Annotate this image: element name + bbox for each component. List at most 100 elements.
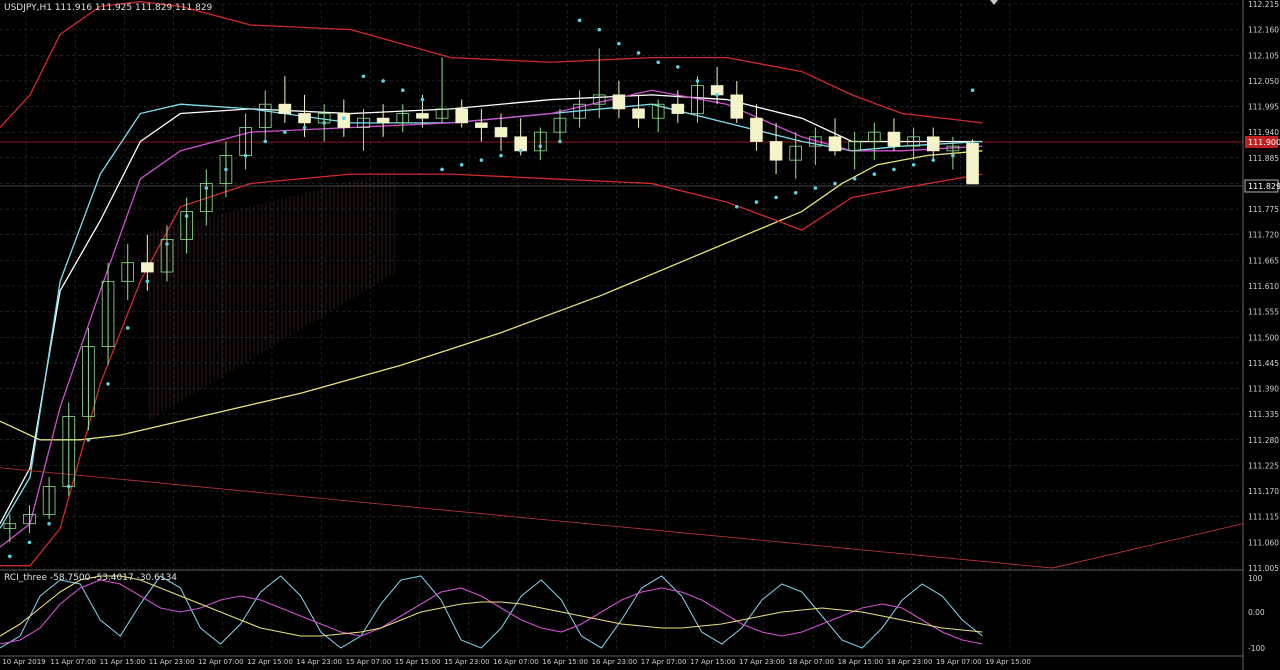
chart-title: USDJPY,H1 111.916 111.925 111.829 111.82… (4, 3, 213, 13)
price-tick-label: 111.775 (1248, 205, 1279, 214)
price-tick-label: 111.225 (1248, 461, 1279, 470)
time-tick-label: 11 Apr 07:00 (50, 658, 96, 666)
current-red-price-label: 111.900 (1248, 138, 1280, 147)
time-tick-label: 17 Apr 23:00 (739, 658, 785, 666)
candle-body (416, 113, 429, 119)
price-tick-label: 111.555 (1248, 308, 1279, 317)
psar-dot (459, 163, 464, 167)
psar-dot (911, 163, 916, 167)
psar-dot (420, 97, 425, 102)
candle-body (494, 127, 508, 138)
psar-dot (47, 521, 51, 526)
osc-tick-label: 0.00 (1248, 608, 1265, 617)
psar-dot (715, 93, 719, 97)
candle-body (455, 108, 469, 124)
psar-dot (636, 51, 641, 55)
price-tick-label: 111.665 (1248, 256, 1279, 265)
psar-dot (813, 186, 818, 190)
psar-dot (381, 79, 385, 83)
candle-body (671, 103, 685, 114)
osc-tick-label: 100 (1248, 574, 1263, 583)
osc-tick-label: -100 (1248, 644, 1265, 653)
psar-dot (833, 181, 837, 186)
price-tick-label: 111.115 (1248, 513, 1279, 522)
price-tick-label: 111.995 (1248, 103, 1279, 112)
time-tick-label: 17 Apr 07:00 (641, 658, 687, 666)
psar-dot (243, 153, 248, 158)
time-tick-label: 11 Apr 15:00 (100, 658, 146, 666)
price-tick-label: 111.060 (1248, 538, 1279, 547)
psar-dot (577, 18, 582, 23)
psar-dot (951, 153, 955, 158)
psar-dot (302, 125, 307, 130)
price-tick-label: 111.885 (1248, 154, 1279, 163)
candle-body (730, 94, 744, 119)
candle-body (926, 136, 940, 152)
psar-dot (66, 484, 71, 489)
time-tick-label: 18 Apr 15:00 (838, 658, 884, 666)
candle-body (612, 94, 626, 110)
psar-dot (676, 65, 680, 69)
candle-body (632, 108, 645, 119)
trading-chart[interactable]: 112.215 112.160 112.105 112.050 111.995 111.9… (0, 0, 1280, 670)
psar-dot (204, 186, 209, 190)
psar-dot (931, 158, 936, 162)
current-bid-price-label: 111.829 (1248, 182, 1280, 191)
candle-body (298, 113, 311, 124)
psar-dot (8, 554, 12, 559)
chart-background (0, 0, 1280, 670)
candle-body (278, 103, 292, 114)
time-tick-label: 17 Apr 15:00 (690, 658, 736, 666)
price-tick-label: 111.005 (1248, 564, 1279, 573)
psar-dot (322, 121, 326, 125)
price-tick-label: 111.940 (1248, 128, 1279, 137)
candle-body (966, 142, 979, 185)
psar-dot (342, 116, 346, 120)
time-tick-label: 16 Apr 15:00 (542, 658, 588, 666)
psar-dot (538, 144, 543, 148)
psar-dot (872, 172, 877, 176)
psar-dot (656, 60, 660, 65)
price-tick-label: 112.160 (1248, 26, 1279, 35)
psar-dot (793, 190, 798, 195)
psar-dot (518, 149, 523, 153)
psar-dot (86, 438, 91, 442)
price-tick-label: 111.445 (1248, 359, 1279, 368)
candle-body (828, 136, 842, 152)
psar-dot (558, 139, 562, 144)
psar-dot (970, 88, 975, 93)
time-tick-label: 16 Apr 23:00 (592, 658, 638, 666)
psar-dot (597, 27, 602, 32)
psar-dot (145, 279, 150, 284)
psar-dot (400, 88, 405, 93)
psar-dot (499, 153, 503, 158)
time-tick-label: 11 Apr 23:00 (149, 658, 195, 666)
time-tick-label: 19 Apr 15:00 (985, 658, 1031, 666)
time-tick-label: 15 Apr 15:00 (395, 658, 441, 666)
time-tick-label: 18 Apr 23:00 (887, 658, 933, 666)
psar-dot (184, 214, 189, 218)
candle-body (337, 113, 351, 128)
price-tick-label: 112.105 (1248, 51, 1279, 60)
psar-dot (479, 158, 484, 162)
price-tick-label: 112.050 (1248, 77, 1279, 86)
time-tick-label: 18 Apr 07:00 (788, 658, 834, 666)
psar-dot (892, 167, 896, 172)
psar-dot (617, 41, 621, 46)
price-tick-label: 111.280 (1248, 436, 1279, 445)
time-tick-label: 12 Apr 15:00 (247, 658, 293, 666)
price-tick-label: 111.335 (1248, 410, 1279, 419)
price-tick-label: 111.720 (1248, 231, 1279, 240)
psar-dot (27, 540, 32, 545)
time-tick-label: 15 Apr 07:00 (346, 658, 392, 666)
candle-body (769, 141, 783, 161)
price-tick-label: 111.170 (1248, 487, 1279, 496)
candle-body (750, 117, 763, 142)
time-tick-label: 15 Apr 23:00 (444, 658, 490, 666)
psar-dot (361, 74, 366, 79)
time-tick-label: 16 Apr 07:00 (493, 658, 539, 666)
psar-dot (165, 242, 169, 246)
candle-body (887, 131, 901, 147)
psar-dot (106, 382, 110, 386)
psar-dot (125, 326, 130, 330)
